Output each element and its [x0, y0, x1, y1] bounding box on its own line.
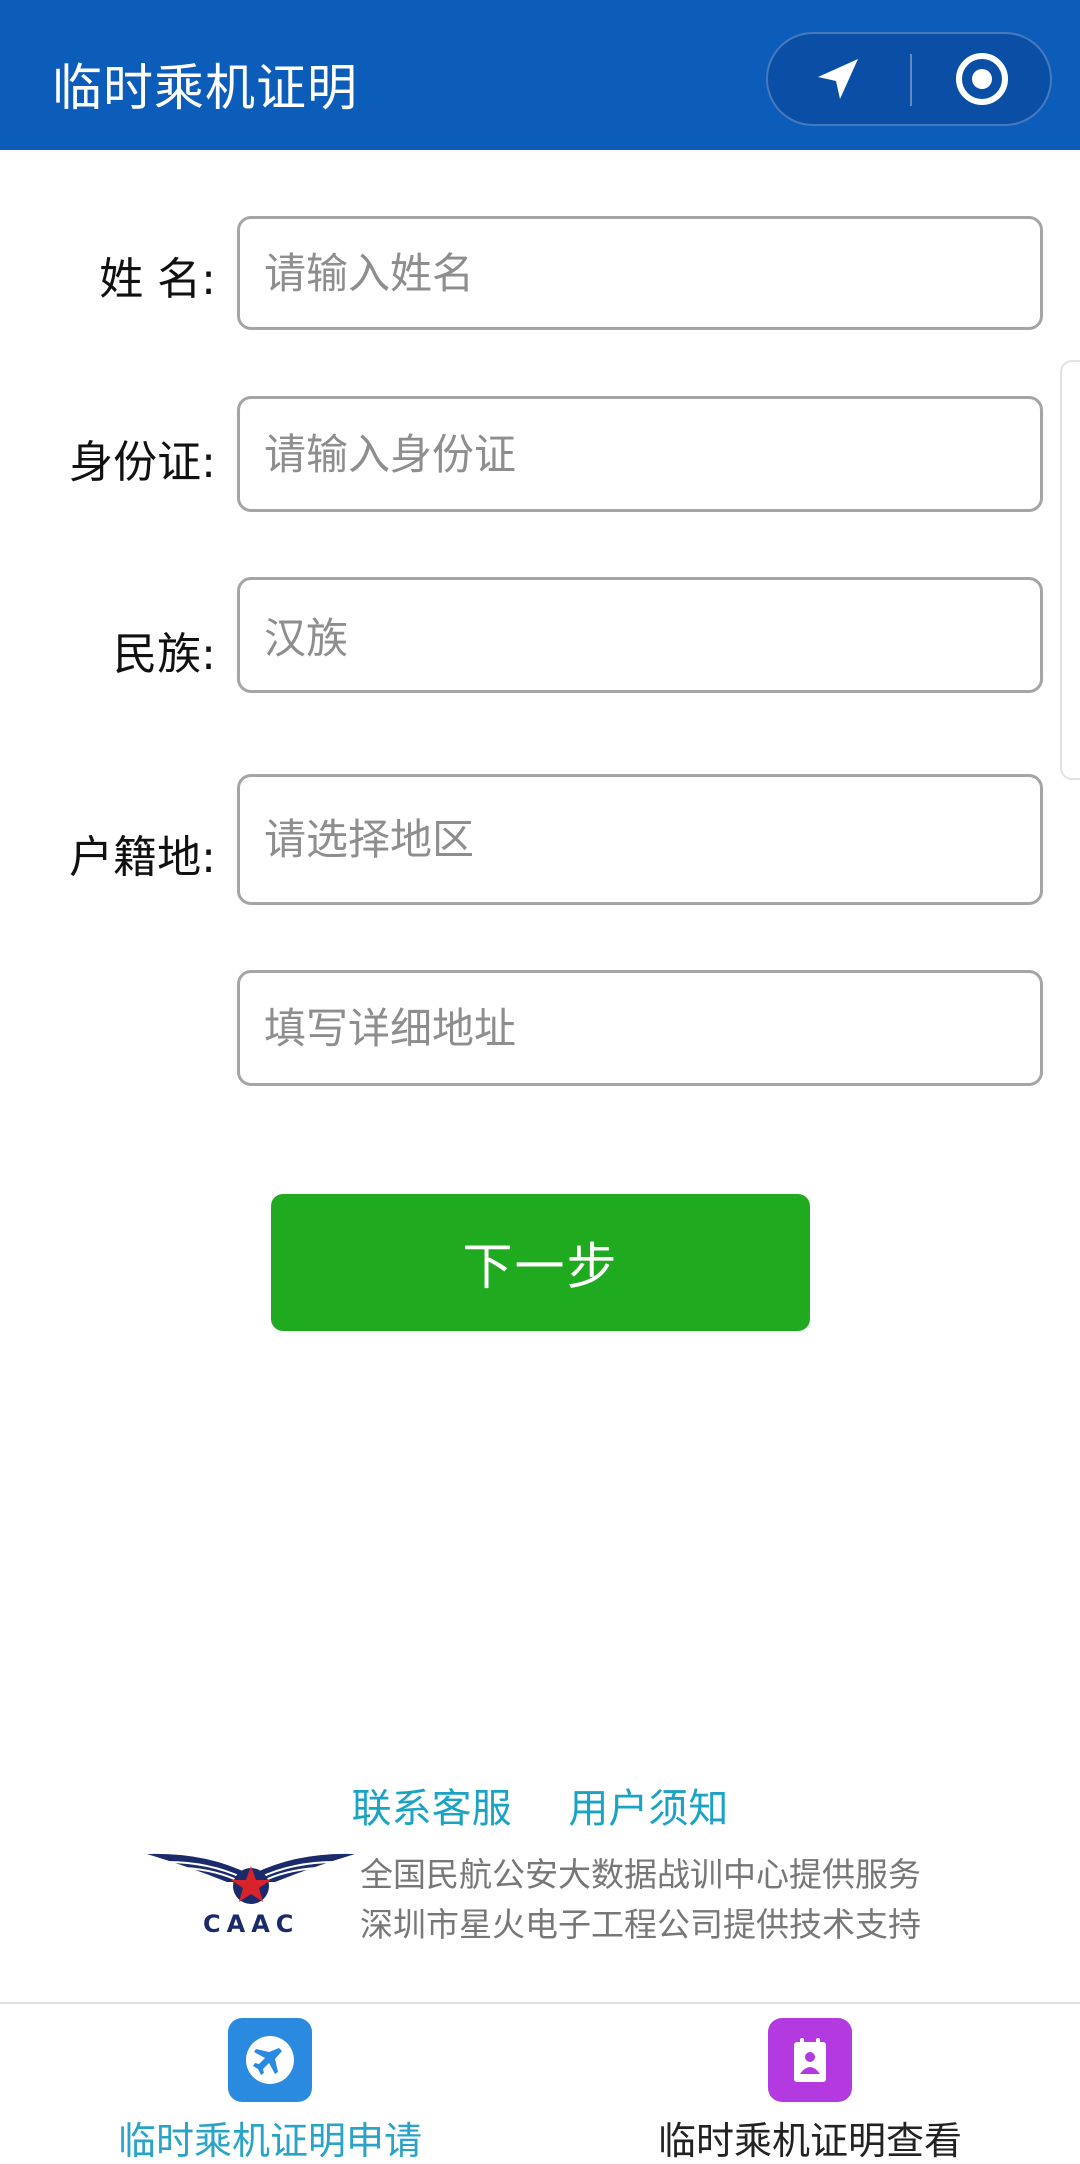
origin-label: 户籍地:: [69, 832, 216, 883]
side-scroll-handle: [1060, 360, 1080, 780]
tab-apply-certificate[interactable]: 临时乘机证明申请: [0, 2004, 540, 2164]
miniprogram-capsule: [766, 32, 1052, 126]
tab-view-label: 临时乘机证明查看: [657, 2119, 962, 2163]
footer-links: 联系客服 用户须知: [0, 1776, 1080, 1834]
contact-service-link[interactable]: 联系客服: [352, 1786, 512, 1832]
ethnicity-label: 民族:: [113, 629, 216, 680]
region-select-input[interactable]: [240, 777, 1040, 902]
top-bar: 临时乘机证明: [0, 0, 1080, 150]
caac-logo-text: CAAC: [203, 1910, 300, 1938]
provider-info: 全国民航公安大数据战训中心提供服务 深圳市星火电子工程公司提供技术支持: [360, 1850, 921, 1950]
name-label: 姓 名:: [99, 254, 216, 305]
airplane-icon: [228, 2018, 312, 2102]
origin-field: [237, 774, 1043, 905]
id-card-icon: [768, 2018, 852, 2102]
ethnicity-select[interactable]: [240, 580, 1040, 690]
caac-logo: CAAC: [145, 1848, 357, 1940]
name-input[interactable]: [240, 219, 1040, 327]
tab-view-certificate[interactable]: 临时乘机证明查看: [540, 2004, 1080, 2164]
navigation-arrow-icon[interactable]: [768, 34, 908, 124]
next-step-button[interactable]: 下一步: [271, 1194, 810, 1331]
id-card-field: [237, 396, 1043, 512]
name-field: [237, 216, 1043, 330]
address-input[interactable]: [240, 973, 1040, 1083]
address-field: [237, 970, 1043, 1086]
service-provider-line: 全国民航公安大数据战训中心提供服务: [360, 1855, 921, 1894]
tab-apply-label: 临时乘机证明申请: [117, 2119, 422, 2163]
ethnicity-field: [237, 577, 1043, 693]
record-target-icon[interactable]: [912, 34, 1052, 124]
user-notice-link[interactable]: 用户须知: [568, 1786, 728, 1832]
page-title: 临时乘机证明: [52, 59, 358, 117]
id-card-label: 身份证:: [69, 437, 216, 488]
tech-support-line: 深圳市星火电子工程公司提供技术支持: [360, 1905, 921, 1944]
id-card-input[interactable]: [240, 399, 1040, 509]
bottom-tab-bar: 临时乘机证明申请 临时乘机证明查看: [0, 2002, 1080, 2164]
